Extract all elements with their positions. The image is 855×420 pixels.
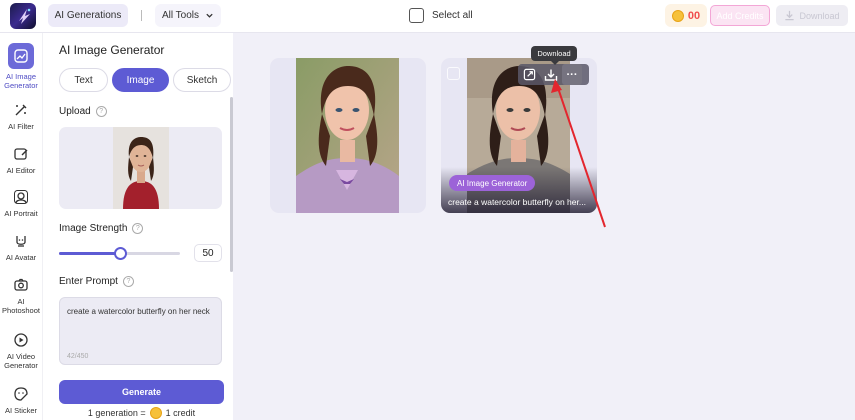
sidebar-item-ai-sticker[interactable]: AI Sticker [0, 385, 42, 415]
more-icon: ··· [566, 68, 578, 81]
avatar-icon [12, 232, 30, 250]
help-icon[interactable]: ? [122, 276, 134, 287]
mode-tabs: Text Image Sketch [59, 68, 231, 92]
sidebar-item-label: AI Photoshoot [2, 297, 40, 315]
sidebar-item-label: AI Filter [8, 122, 34, 131]
cost-info: 1 generation = 1 credit [59, 407, 224, 419]
download-icon [544, 69, 558, 81]
tab-label: Image [126, 74, 155, 86]
upload-label: Upload [59, 106, 91, 117]
result-card[interactable] [270, 58, 426, 213]
sidebar-item-ai-video-generator[interactable]: AI Video Generator [0, 331, 42, 370]
portrait-icon [12, 188, 30, 206]
uploaded-photo [113, 127, 169, 209]
sidebar-item-label: AI Editor [6, 166, 36, 175]
upload-label-row: Upload ? [59, 106, 107, 117]
app-logo[interactable] [10, 3, 36, 29]
tab-label: Sketch [186, 74, 218, 86]
tab-label: Text [74, 74, 93, 86]
left-nav: AI Image Generator AI Filter AI Editor A… [0, 33, 42, 420]
download-tooltip: Download [531, 46, 577, 65]
filter-icon [12, 101, 30, 119]
ai-generations-label: AI Generations [54, 10, 122, 21]
more-options-button[interactable]: ··· [562, 64, 582, 85]
sidebar-item-ai-portrait[interactable]: AI Portrait [0, 188, 42, 218]
sticker-icon [12, 385, 30, 403]
generate-button[interactable]: Generate [59, 380, 224, 404]
prompt-char-count: 42/450 [67, 353, 89, 360]
prompt-label-row: Enter Prompt ? [59, 276, 134, 287]
tab-sketch[interactable]: Sketch [173, 68, 231, 92]
card-download-button[interactable] [540, 64, 562, 85]
generate-label: Generate [121, 387, 162, 397]
prompt-textarea[interactable]: create a watercolor butterfly on her nec… [59, 297, 222, 365]
sidebar-item-ai-filter[interactable]: AI Filter [0, 101, 42, 131]
cost-right-label: 1 credit [165, 408, 196, 418]
strength-label: Image Strength [59, 223, 128, 234]
generator-panel: AI Image Generator Text Image Sketch Upl… [42, 33, 233, 420]
select-all[interactable]: Select all [409, 8, 473, 23]
sidebar-item-label: AI Video Generator [4, 352, 38, 370]
card-badge: AI Image Generator [449, 175, 536, 191]
camera-icon [12, 276, 30, 294]
help-icon[interactable]: ? [132, 223, 144, 234]
cost-left-label: 1 generation = [87, 408, 146, 418]
slider-fill [59, 252, 120, 255]
credits-value: 00 [687, 9, 701, 22]
help-icon[interactable]: ? [95, 106, 107, 117]
prompt-label: Enter Prompt [59, 276, 118, 287]
generated-image [296, 58, 399, 213]
card-select-checkbox[interactable] [447, 67, 460, 80]
download-icon [785, 10, 795, 21]
image-generator-icon [8, 43, 34, 69]
panel-title: AI Image Generator [59, 43, 165, 57]
card-caption: create a watercolor butterfly on her... [448, 197, 586, 207]
sidebar-item-label: AI Avatar [5, 253, 37, 262]
sidebar-item-ai-image-generator[interactable]: AI Image Generator [0, 43, 42, 90]
strength-label-row: Image Strength ? [59, 223, 144, 234]
sidebar-item-label: AI Image Generator [4, 72, 38, 90]
coin-icon [671, 9, 684, 22]
coin-icon [149, 407, 162, 419]
credits-counter: 00 [665, 4, 707, 27]
open-external-button[interactable] [518, 64, 540, 85]
sidebar-item-ai-editor[interactable]: AI Editor [0, 145, 42, 175]
select-all-label: Select all [432, 10, 473, 21]
slider-thumb[interactable] [113, 247, 127, 260]
chevron-down-icon [206, 13, 213, 18]
tab-text[interactable]: Text [59, 68, 108, 92]
top-bar: AI Generations All Tools Select all 00 A… [0, 0, 855, 33]
ai-generations-tab[interactable]: AI Generations [48, 4, 128, 27]
divider [141, 10, 142, 21]
strength-value-input[interactable]: 50 [194, 244, 222, 262]
tab-image[interactable]: Image [112, 68, 169, 92]
prompt-text: create a watercolor butterfly on her nec… [67, 307, 210, 316]
sidebar-item-ai-photoshoot[interactable]: AI Photoshoot [0, 276, 42, 315]
video-icon [12, 331, 30, 349]
all-tools-dropdown[interactable]: All Tools [155, 4, 221, 27]
add-credits-label: Add Credits [716, 10, 764, 21]
download-label: Download [799, 10, 840, 21]
sidebar-item-label: AI Portrait [4, 209, 38, 218]
sidebar-item-ai-avatar[interactable]: AI Avatar [0, 232, 42, 262]
strength-slider[interactable] [59, 247, 180, 260]
all-tools-label: All Tools [161, 10, 200, 21]
panel-scrollbar[interactable] [230, 97, 233, 272]
sidebar-item-label: AI Sticker [4, 406, 38, 415]
upload-dropzone[interactable] [59, 127, 222, 209]
add-credits-button[interactable]: Add Credits [710, 5, 770, 26]
card-action-bar: ··· [518, 64, 589, 85]
editor-icon [12, 145, 30, 163]
select-all-checkbox[interactable] [409, 8, 424, 23]
download-button[interactable]: Download [776, 5, 848, 26]
external-link-icon [523, 68, 535, 81]
